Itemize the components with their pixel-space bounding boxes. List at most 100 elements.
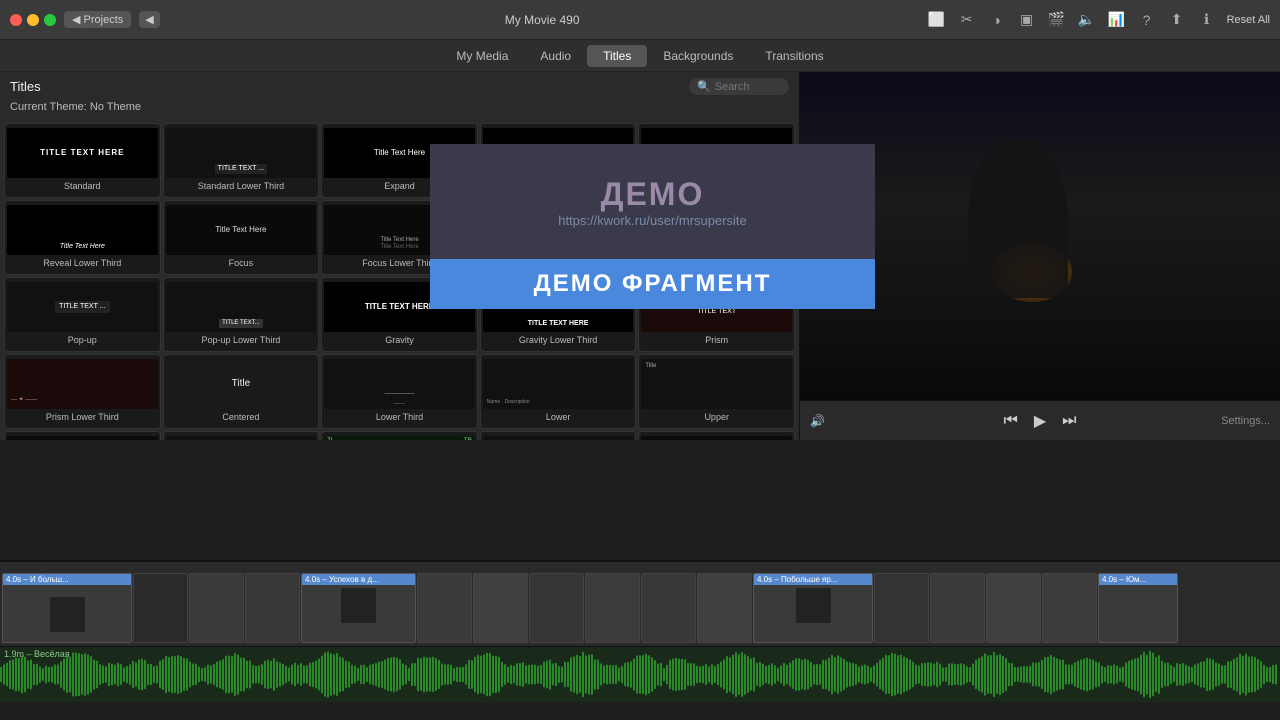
title-thumb: TITLE TEXT ... [7, 282, 158, 332]
maximize-button[interactable] [44, 14, 56, 26]
tab-transitions[interactable]: Transitions [749, 45, 839, 67]
projects-button[interactable]: ◀ Projects [64, 11, 131, 28]
crop-icon[interactable]: ⬜ [925, 8, 949, 32]
frame-icon[interactable]: ▣ [1015, 8, 1039, 32]
title-label: Pop-up Lower Third [201, 335, 280, 346]
tab-my-media[interactable]: My Media [440, 45, 524, 67]
title-label: Upper [704, 412, 729, 423]
audio-track: 1.9m – Весёлая // Waveform drawn procedu… [0, 647, 1280, 702]
clip-label: 4.0s – Юм... [1099, 574, 1177, 585]
clip[interactable] [930, 573, 985, 643]
title-label: Lower [546, 412, 571, 423]
title-yaw[interactable]: Title Yaw [638, 431, 795, 440]
title-label: Standard [64, 181, 101, 192]
reset-all-button[interactable]: Reset All [1227, 14, 1270, 26]
clip[interactable] [245, 573, 300, 643]
clip[interactable] [697, 573, 752, 643]
title-upper[interactable]: Title Upper [638, 354, 795, 429]
toolbar-icons: ⬜ ✂ ◑ ▣ 🎬 🔈 📊 ? ⬆ ℹ [925, 8, 1219, 32]
title-label: Focus [229, 258, 254, 269]
title-thumb: TITLE TEXT ... [166, 128, 317, 178]
top-bar: ◀ Projects ◀ My Movie 490 ⬜ ✂ ◑ ▣ 🎬 🔈 📊 … [0, 0, 1280, 40]
audio-label: 1.9m – Весёлая [4, 649, 70, 659]
title-thumb: — ✦ —— [7, 359, 158, 409]
tab-titles[interactable]: Titles [587, 45, 647, 67]
search-input[interactable] [715, 81, 785, 93]
title-label: Prism [705, 335, 728, 346]
back-arrow[interactable]: ◀ [139, 11, 159, 28]
current-theme: Current Theme: No Theme [0, 99, 799, 119]
title-popup-lower-third[interactable]: TITLE TEXT... Pop-up Lower Third [163, 277, 320, 352]
volume-icon[interactable]: 🔊 [810, 414, 825, 428]
title-echo[interactable]: Echo Echo Echo Echo [4, 431, 161, 440]
search-box[interactable]: 🔍 [689, 78, 789, 95]
titles-header: Titles 🔍 [0, 72, 799, 99]
title-thumb: TL TR BL BR [324, 436, 475, 440]
title-four-corners[interactable]: TL TR BL BR Four Corners [321, 431, 478, 440]
title-subtitle[interactable]: Title Subtitle Subtitle [480, 431, 637, 440]
clips-container: 4.0s – И больш... 4.0s – Успехов в д... [0, 562, 1180, 646]
clip[interactable] [529, 573, 584, 643]
minimize-button[interactable] [27, 14, 39, 26]
stats-icon[interactable]: 📊 [1105, 8, 1129, 32]
clip[interactable]: 4.0s – Успехов в д... [301, 573, 416, 643]
title-label: Lower Third [376, 412, 423, 423]
tab-backgrounds[interactable]: Backgrounds [647, 45, 749, 67]
title-overlap[interactable]: ——— Description Overlap [163, 431, 320, 440]
edit-icon[interactable]: ✂ [955, 8, 979, 32]
color-icon[interactable]: ◑ [985, 8, 1009, 32]
title-label: Prism Lower Third [46, 412, 119, 423]
clip[interactable] [189, 573, 244, 643]
clip-label: 4.0s – Побольше яр... [754, 574, 872, 585]
clip[interactable] [133, 573, 188, 643]
traffic-lights [10, 14, 56, 26]
title-label: Gravity [385, 335, 414, 346]
title-lower-third[interactable]: ————— ____ Lower Third [321, 354, 478, 429]
tab-audio[interactable]: Audio [524, 45, 587, 67]
demo-overlay: ДЕМО https://kwork.ru/user/mrsupersite Д… [430, 144, 875, 309]
title-thumb: Title [166, 359, 317, 409]
play-button[interactable]: ▶ [1034, 411, 1046, 431]
settings-label[interactable]: Settings... [1221, 415, 1270, 427]
clip[interactable]: 4.0s – Юм... [1098, 573, 1178, 643]
clip[interactable] [473, 573, 528, 643]
close-button[interactable] [10, 14, 22, 26]
title-standard[interactable]: TITLE TEXT HERE Standard [4, 123, 161, 198]
timeline: 4.0s – И больш... 4.0s – Успехов в д... [0, 560, 1280, 720]
clip[interactable] [417, 573, 472, 643]
title-lower[interactable]: Name · Description Lower [480, 354, 637, 429]
clip[interactable] [1042, 573, 1097, 643]
waveform-svg: // Waveform drawn procedurally in SVG [0, 647, 1280, 702]
volume-area: 🔊 [810, 414, 825, 428]
title-label: Gravity Lower Third [519, 335, 597, 346]
skip-back-button[interactable]: ⏮ [1003, 412, 1017, 430]
info-icon[interactable]: ℹ [1195, 8, 1219, 32]
title-reveal-lower-third[interactable]: Title Text Here Reveal Lower Third [4, 200, 161, 275]
title-label: Pop-up [68, 335, 97, 346]
camera-icon[interactable]: 🎬 [1045, 8, 1069, 32]
preview-controls: ⏮ ▶ ⏭ 🔊 Settings... [800, 400, 1280, 440]
share-icon[interactable]: ⬆ [1165, 8, 1189, 32]
clip[interactable]: 4.0s – И больш... [2, 573, 132, 643]
audio-icon[interactable]: 🔈 [1075, 8, 1099, 32]
title-centered[interactable]: Title Centered [163, 354, 320, 429]
help-icon[interactable]: ? [1135, 8, 1159, 32]
title-thumb: Name · Description [483, 359, 634, 409]
demo-bottom: ДЕМО ФРАГМЕНТ [430, 259, 875, 309]
clip[interactable] [874, 573, 929, 643]
title-label: Reveal Lower Third [43, 258, 121, 269]
clip-label: 4.0s – И больш... [3, 574, 131, 585]
clip[interactable]: 4.0s – Побольше яр... [753, 573, 873, 643]
clip[interactable] [986, 573, 1041, 643]
title-thumb: Title [641, 359, 792, 409]
title-popup[interactable]: TITLE TEXT ... Pop-up [4, 277, 161, 352]
demo-top: ДЕМО https://kwork.ru/user/mrsupersite [430, 144, 875, 259]
clip[interactable] [641, 573, 696, 643]
title-thumb: ————— ____ [324, 359, 475, 409]
title-prism-lower-third[interactable]: — ✦ —— Prism Lower Third [4, 354, 161, 429]
clip[interactable] [585, 573, 640, 643]
skip-forward-button[interactable]: ⏭ [1062, 412, 1076, 430]
title-focus[interactable]: Title Text Here Focus [163, 200, 320, 275]
clip-label: 4.0s – Успехов в д... [302, 574, 415, 585]
title-standard-lower-third[interactable]: TITLE TEXT ... Standard Lower Third [163, 123, 320, 198]
